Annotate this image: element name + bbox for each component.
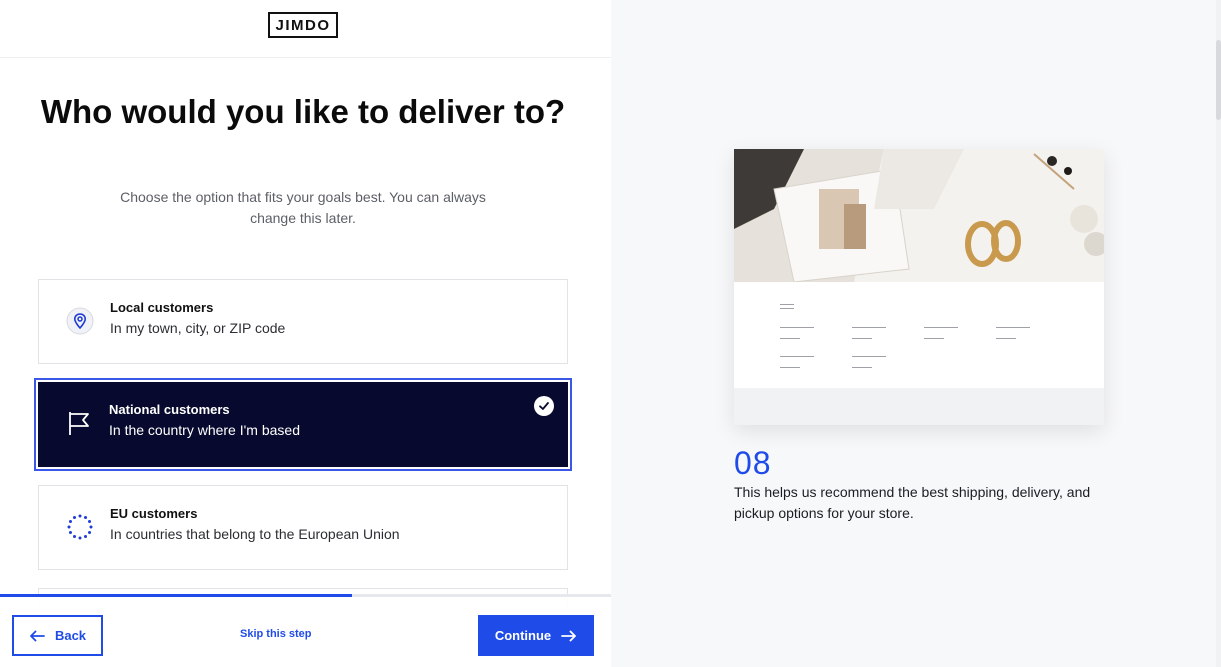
arrow-left-icon — [30, 630, 45, 641]
left-panel: JIMDO Who would you like to deliver to? … — [0, 0, 611, 667]
step-number: 08 — [734, 445, 772, 481]
jimdo-logo[interactable]: JIMDO — [268, 12, 338, 38]
option-description: In my town, city, or ZIP code — [110, 320, 286, 336]
skip-step-link[interactable]: Skip this step — [240, 628, 312, 640]
header: JIMDO — [0, 0, 611, 58]
option-eu-customers[interactable]: EU customers In countries that belong to… — [38, 485, 568, 570]
right-panel: 08 This helps us recommend the best ship… — [611, 0, 1221, 667]
page-title: Who would you like to deliver to? — [40, 93, 566, 130]
flag-icon — [64, 408, 94, 438]
option-local-customers[interactable]: Local customers In my town, city, or ZIP… — [38, 279, 568, 364]
back-button-label: Back — [54, 628, 87, 643]
continue-button-label: Continue — [494, 628, 552, 643]
back-button[interactable]: Back — [12, 615, 103, 656]
eu-stars-icon — [65, 512, 95, 542]
check-icon — [534, 396, 554, 416]
location-pin-icon — [65, 306, 95, 336]
store-preview-footer — [734, 388, 1104, 425]
option-label: National customers — [109, 402, 230, 417]
option-national-customers[interactable]: National customers In the country where … — [36, 380, 570, 469]
arrow-right-icon — [561, 630, 577, 641]
scrollbar-thumb[interactable] — [1216, 40, 1221, 120]
scrollbar[interactable] — [1216, 0, 1221, 667]
store-preview-card — [734, 149, 1104, 425]
option-label: EU customers — [110, 506, 198, 521]
store-preview-body — [734, 282, 1104, 388]
step-explanation: This helps us recommend the best shippin… — [734, 484, 1091, 521]
option-description: In countries that belong to the European… — [110, 526, 400, 542]
option-description: In the country where I'm based — [109, 422, 300, 438]
footer-bar: Back Skip this step Continue — [0, 597, 611, 667]
store-preview-image — [734, 149, 1104, 282]
page-subtitle: Choose the option that fits your goals b… — [120, 189, 486, 226]
option-label: Local customers — [110, 300, 214, 315]
continue-button[interactable]: Continue — [478, 615, 594, 656]
